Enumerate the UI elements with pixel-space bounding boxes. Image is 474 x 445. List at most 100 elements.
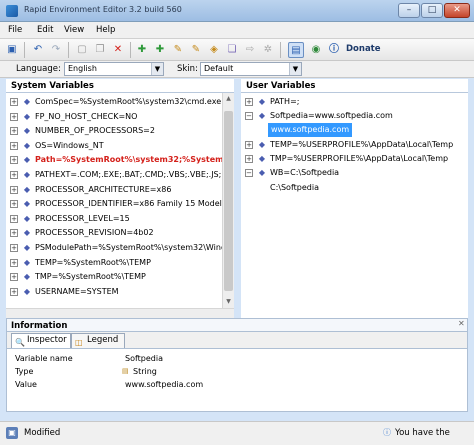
close-button[interactable]: ✕ (444, 3, 470, 18)
menu-file[interactable]: File (8, 25, 22, 35)
minimize-button[interactable]: – (398, 3, 420, 18)
user-var-temp[interactable]: + ◆ TEMP=%USERPROFILE%\AppData\Local\Tem… (241, 138, 468, 152)
status-message: You have the (395, 428, 450, 438)
expand-icon[interactable]: + (10, 244, 18, 252)
system-var-row[interactable]: + ◆ USERNAME=SYSTEM (6, 285, 224, 299)
expand-icon[interactable]: + (10, 287, 18, 296)
expand-icon[interactable]: + (10, 258, 18, 267)
copy-icon[interactable]: ❐ (92, 42, 108, 58)
variable-icon: ◆ (23, 170, 31, 179)
layout-icon[interactable]: ▤ (288, 42, 304, 58)
expand-icon[interactable]: + (10, 141, 18, 150)
expand-icon[interactable]: + (10, 171, 18, 179)
collapse-icon[interactable]: − (245, 169, 253, 177)
expand-icon[interactable]: + (10, 112, 18, 121)
system-var-row[interactable]: + ◆ PROCESSOR_REVISION=4b02 (6, 226, 224, 240)
donate-button[interactable]: Donate (346, 44, 381, 54)
variable-icon: ◆ (23, 213, 31, 223)
system-var-row[interactable]: + ◆ ComSpec=%SystemRoot%\system32\cmd.exe (6, 95, 224, 109)
scroll-down-icon[interactable]: ▼ (223, 296, 234, 308)
toolbar-separator (68, 42, 69, 58)
close-icon[interactable]: ✕ (458, 319, 465, 328)
save-icon[interactable]: ▣ (4, 42, 20, 58)
scroll-thumb[interactable] (224, 111, 233, 291)
tab-legend[interactable]: ◫ Legend (71, 333, 125, 348)
variable-icon: ◆ (23, 199, 31, 209)
add-icon[interactable]: ✚ (134, 42, 150, 58)
user-var-wb-value[interactable]: C:\Softpedia (241, 181, 468, 195)
information-header: Information (6, 318, 468, 332)
delete-icon[interactable]: ✕ (110, 42, 126, 58)
menu-edit[interactable]: Edit (37, 25, 53, 35)
expand-icon[interactable]: + (10, 156, 18, 165)
user-var-tmp[interactable]: + ◆ TMP=%USERPROFILE%\AppData\Local\Temp (241, 152, 468, 166)
expand-icon[interactable]: + (10, 229, 18, 238)
system-var-row[interactable]: + ◆ NUMBER_OF_PROCESSORS=2 (6, 124, 224, 138)
system-var-row[interactable]: + ◆ PROCESSOR_ARCHITECTURE=x86 (6, 183, 224, 197)
expand-icon[interactable]: + (245, 98, 253, 106)
status-bar: ▣ Modified ⓘ You have the (0, 421, 474, 445)
variable-icon: ◆ (23, 140, 31, 150)
language-value: English (68, 64, 97, 73)
globe-icon[interactable]: ◉ (308, 42, 324, 58)
system-var-row[interactable]: + ◆ TMP=%SystemRoot%\TEMP (6, 270, 224, 284)
variable-icon: ◆ (23, 155, 31, 165)
expand-icon[interactable]: + (10, 127, 18, 136)
settings-icon[interactable]: ✲ (260, 42, 276, 58)
expand-icon[interactable]: + (10, 200, 18, 209)
edit-icon[interactable]: ✎ (170, 42, 186, 58)
system-var-row[interactable]: + ◆ PROCESSOR_LEVEL=15 (6, 212, 224, 226)
variable-icon: ◆ (23, 184, 31, 194)
user-var-softpedia[interactable]: − ◆ Softpedia=www.softpedia.com (241, 109, 468, 123)
scroll-up-icon[interactable]: ▲ (223, 93, 234, 105)
system-var-row[interactable]: + ◆ Path=%SystemRoot%\system32;%System (6, 153, 224, 167)
variable-icon: ◆ (258, 111, 266, 120)
paste-icon[interactable]: ✎ (188, 42, 204, 58)
property-row: Type ▤ String (15, 367, 157, 376)
property-row: Value www.softpedia.com (15, 380, 204, 389)
expand-icon[interactable]: + (10, 273, 18, 282)
tab-inspector[interactable]: 🔍 Inspector (11, 333, 71, 348)
redo-icon[interactable]: ↷ (48, 42, 64, 58)
expand-icon[interactable]: + (10, 185, 18, 194)
system-var-row[interactable]: + ◆ PSModulePath=%SystemRoot%\system32\Win… (6, 241, 224, 255)
tag-icon[interactable]: ◈ (206, 42, 222, 58)
expand-icon[interactable]: + (245, 141, 253, 149)
user-variables-tree[interactable]: + ◆ PATH=; − ◆ Softpedia=www.softpedia.c… (241, 93, 468, 318)
add-child-icon[interactable]: ✚ (152, 42, 168, 58)
system-var-row[interactable]: + ◆ OS=Windows_NT (6, 139, 224, 153)
system-scrollbar[interactable]: ▲ ▼ (222, 93, 234, 308)
undo-icon[interactable]: ↶ (30, 42, 46, 58)
user-var-path[interactable]: + ◆ PATH=; (241, 95, 468, 109)
user-var-wb[interactable]: − ◆ WB=C:\Softpedia (241, 166, 468, 180)
new-icon[interactable]: ▢ (74, 42, 90, 58)
toolbar-separator (280, 42, 281, 58)
system-var-row[interactable]: + ◆ TEMP=%SystemRoot%\TEMP (6, 256, 224, 270)
system-var-row[interactable]: + ◆ PATHEXT=.COM;.EXE;.BAT;.CMD;.VBS;.VBE;… (6, 168, 224, 182)
maximize-button[interactable]: □ (421, 3, 443, 18)
toolbar-separator (24, 42, 25, 58)
skin-label: Skin: (177, 64, 198, 74)
system-hscrollbar[interactable] (6, 308, 234, 318)
expand-icon[interactable]: + (10, 98, 18, 106)
menu-view[interactable]: View (64, 25, 84, 35)
chevron-down-icon: ▼ (289, 63, 301, 75)
property-row: Variable name Softpedia (15, 354, 163, 363)
variable-icon: ◆ (258, 140, 266, 149)
variable-icon: ◆ (23, 111, 31, 121)
skin-select[interactable]: Default ▼ (200, 62, 302, 76)
language-select[interactable]: English ▼ (64, 62, 164, 76)
system-variables-tree[interactable]: + ◆ ComSpec=%SystemRoot%\system32\cmd.exe +… (6, 93, 224, 308)
arrow-icon[interactable]: ⇨ (242, 42, 258, 58)
variable-icon: ◆ (23, 272, 31, 282)
expand-icon[interactable]: + (10, 214, 18, 223)
system-var-row[interactable]: + ◆ FP_NO_HOST_CHECK=NO (6, 110, 224, 124)
menu-help[interactable]: Help (96, 25, 115, 35)
folder-icon[interactable]: ❏ (224, 42, 240, 58)
info-icon[interactable]: ⓘ (326, 42, 342, 58)
system-var-row[interactable]: + ◆ PROCESSOR_IDENTIFIER=x86 Family 15 Mod… (6, 197, 224, 211)
user-var-softpedia-value[interactable]: www.softpedia.com (241, 123, 468, 137)
variable-icon: ◆ (23, 286, 31, 296)
expand-icon[interactable]: + (245, 155, 253, 163)
collapse-icon[interactable]: − (245, 112, 253, 120)
